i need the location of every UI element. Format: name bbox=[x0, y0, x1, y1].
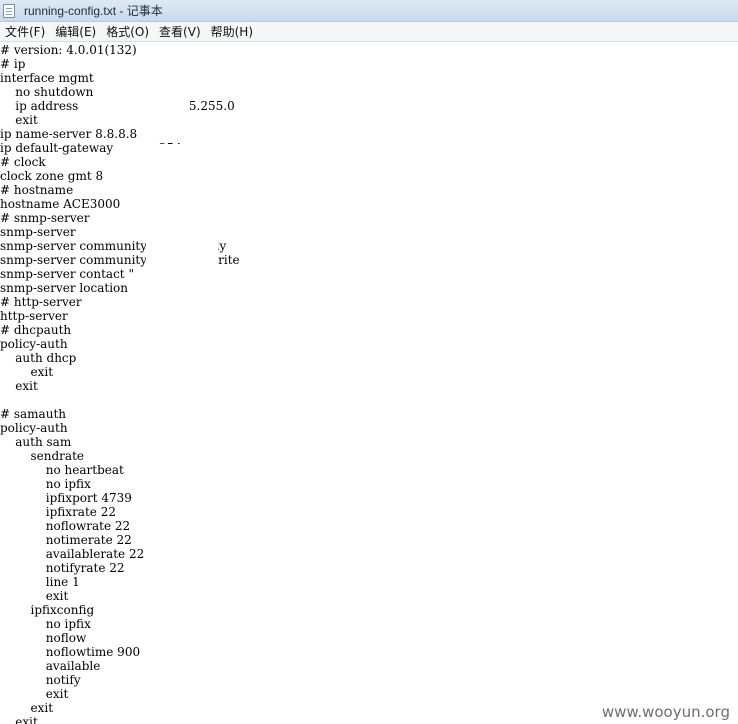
menu-bar: 文件(F) 编辑(E) 格式(O) 查看(V) 帮助(H) bbox=[0, 22, 738, 42]
watermark: www.wooyun.org bbox=[599, 703, 732, 721]
text-line: notifyrate 22 bbox=[0, 561, 125, 575]
text-line: noflow bbox=[0, 631, 87, 645]
notepad-icon bbox=[3, 3, 15, 18]
text-line: exit bbox=[0, 687, 69, 701]
text-line: exit bbox=[0, 379, 38, 393]
text-line: noflowtime 900 bbox=[0, 645, 141, 659]
menu-help[interactable]: 帮助(H) bbox=[206, 23, 258, 41]
text-line: # http-server bbox=[0, 295, 82, 309]
text-editor[interactable]: # version: 4.0.01(132) # ip interface mgmt… bbox=[0, 43, 738, 724]
text-line: exit bbox=[0, 365, 54, 379]
text-line: policy-auth bbox=[0, 337, 68, 351]
text-line: snmp-server community ad-write bbox=[0, 253, 240, 267]
text-line: notify bbox=[0, 673, 81, 687]
text-line: # dhcpauth bbox=[0, 323, 72, 337]
text-line: snmp-server community d-only bbox=[0, 239, 227, 253]
text-line: # snmp-server bbox=[0, 211, 90, 225]
text-line: policy-auth bbox=[0, 421, 68, 435]
editor-text: # version: 4.0.01(132) # ip interface mgmt… bbox=[0, 43, 738, 724]
text-line: # samauth bbox=[0, 407, 66, 421]
redaction-box bbox=[130, 144, 215, 164]
text-line: ip name-server 8.8.8.8 bbox=[0, 127, 138, 141]
text-line: no heartbeat bbox=[0, 463, 124, 477]
text-line: line 1 bbox=[0, 575, 80, 589]
text-line: available bbox=[0, 659, 101, 673]
title-bar: running-config.txt - 记事本 bbox=[0, 0, 738, 22]
text-line: snmp-server contact " bbox=[0, 267, 134, 281]
redaction-box bbox=[146, 240, 218, 298]
text-line: ip default-gateway 254 bbox=[0, 141, 182, 155]
text-line: clock zone gmt 8 bbox=[0, 169, 104, 183]
text-line: ipfixconfig bbox=[0, 603, 95, 617]
text-line: auth sam bbox=[0, 435, 72, 449]
text-line: interface mgmt bbox=[0, 71, 94, 85]
text-line: noflowrate 22 bbox=[0, 519, 131, 533]
redaction-box bbox=[100, 97, 188, 125]
text-line: # clock bbox=[0, 155, 46, 169]
text-line: auth dhcp bbox=[0, 351, 77, 365]
menu-format[interactable]: 格式(O) bbox=[101, 23, 154, 41]
text-line: snmp-server bbox=[0, 225, 76, 239]
text-line: notimerate 22 bbox=[0, 533, 132, 547]
menu-view[interactable]: 查看(V) bbox=[154, 23, 206, 41]
text-line: ipfixport 4739 bbox=[0, 491, 132, 505]
text-line: ipfixrate 22 bbox=[0, 505, 116, 519]
text-line: availablerate 22 bbox=[0, 547, 145, 561]
text-line: no ipfix bbox=[0, 617, 91, 631]
text-line: http-server bbox=[0, 309, 68, 323]
text-line: no ipfix bbox=[0, 477, 91, 491]
text-line: snmp-server location bbox=[0, 281, 128, 295]
text-line: exit bbox=[0, 589, 69, 603]
window-title: running-config.txt - 记事本 bbox=[24, 4, 163, 18]
text-line: hostname ACE3000 bbox=[0, 197, 121, 211]
text-line: # hostname bbox=[0, 183, 74, 197]
menu-edit[interactable]: 编辑(E) bbox=[50, 23, 101, 41]
text-line bbox=[0, 393, 738, 407]
text-line: # version: 4.0.01(132) bbox=[0, 43, 137, 57]
text-line: # ip bbox=[0, 57, 26, 71]
menu-file[interactable]: 文件(F) bbox=[0, 23, 50, 41]
text-line: sendrate bbox=[0, 449, 84, 463]
